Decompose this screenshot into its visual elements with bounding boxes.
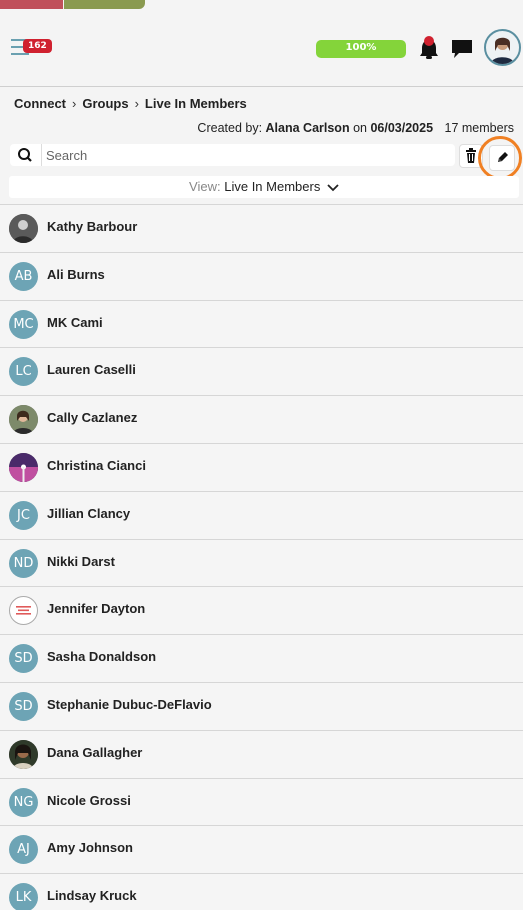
member-avatar-initials: AJ <box>9 835 38 865</box>
member-avatar-initials: ND <box>9 548 38 578</box>
member-name: Jillian Clancy <box>47 505 131 521</box>
pencil-icon <box>498 152 508 162</box>
member-avatar-initials: LK <box>9 883 38 910</box>
strip-segment-red <box>0 0 63 9</box>
search-input[interactable] <box>46 146 446 164</box>
edit-button-highlight <box>478 136 522 180</box>
member-row[interactable]: Jennifer Dayton <box>0 587 523 636</box>
member-avatar-initials: SD <box>9 644 38 674</box>
member-avatar-photo <box>9 739 38 769</box>
breadcrumb-item-groups[interactable]: Groups <box>82 96 128 111</box>
member-name: Amy Johnson <box>47 840 133 856</box>
member-name: Ali Burns <box>47 266 105 282</box>
member-name: Lindsay Kruck <box>47 888 137 904</box>
member-avatar-initials: NG <box>9 787 38 817</box>
view-label: View: <box>189 179 221 194</box>
chat-icon[interactable] <box>450 38 474 60</box>
created-by-label: Created by: <box>197 121 263 135</box>
member-row[interactable]: AB Ali Burns <box>0 252 523 301</box>
member-row[interactable]: SD Sasha Donaldson <box>0 635 523 683</box>
member-avatar-initials: AB <box>9 261 38 291</box>
member-name: Stephanie Dubuc-DeFlavio <box>47 696 212 712</box>
member-row[interactable]: Kathy Barbour <box>0 205 523 253</box>
view-value: Live In Members <box>224 179 321 194</box>
notification-count-badge: 162 <box>23 39 52 53</box>
view-selector[interactable]: View: Live In Members <box>9 176 519 198</box>
members-count: 17 members <box>444 121 514 135</box>
member-name: Kathy Barbour <box>47 219 138 234</box>
member-avatar-photo <box>9 214 38 243</box>
member-name: MK Cami <box>47 314 103 330</box>
on-label: on <box>353 121 367 135</box>
chevron-down-icon <box>327 183 339 191</box>
created-date: 06/03/2025 <box>370 121 434 135</box>
creator-name: Alana Carlson <box>265 121 350 135</box>
member-avatar-logo <box>9 596 38 626</box>
member-name: Sasha Donaldson <box>47 649 157 665</box>
chevron-right-icon: › <box>72 96 77 111</box>
member-row[interactable]: NG Nicole Grossi <box>0 778 523 827</box>
member-name: Nikki Darst <box>47 553 115 569</box>
member-avatar-initials: LC <box>9 357 38 387</box>
app-header: 162 100% <box>0 9 523 87</box>
user-avatar[interactable] <box>484 29 521 66</box>
member-avatar-photo <box>9 405 38 435</box>
strip-segment-olive <box>64 0 145 9</box>
member-row[interactable]: AJ Amy Johnson <box>0 826 523 875</box>
search-icon[interactable] <box>10 144 42 166</box>
top-progress-strip <box>0 0 523 9</box>
member-name: Jennifer Dayton <box>47 601 146 617</box>
member-name: Cally Cazlanez <box>47 410 138 426</box>
member-name: Christina Cianci <box>47 457 146 473</box>
member-avatar-initials: SD <box>9 691 38 721</box>
member-avatar-photo <box>9 452 38 482</box>
member-row[interactable]: SD Stephanie Dubuc-DeFlavio <box>0 682 523 731</box>
member-row[interactable]: ND Nikki Darst <box>0 539 523 588</box>
member-list: Kathy Barbour AB Ali Burns MC MK Cami LC Laure… <box>0 204 523 910</box>
breadcrumb-item-current: Live In Members <box>144 96 247 111</box>
member-row[interactable]: Cally Cazlanez <box>0 396 523 444</box>
breadcrumb: Connect › Groups › Live In Members <box>14 96 247 111</box>
group-created-info: Created by: Alana Carlson on 06/03/2025 … <box>197 121 514 135</box>
completion-progress-bar: 100% <box>316 40 406 58</box>
member-row[interactable]: LC Lauren Caselli <box>0 348 523 397</box>
bell-icon[interactable] <box>418 36 440 62</box>
member-name: Nicole Grossi <box>47 792 131 808</box>
member-row[interactable]: MC MK Cami <box>0 300 523 349</box>
member-avatar-initials: JC <box>9 500 38 530</box>
member-row[interactable]: Christina Cianci <box>0 443 523 492</box>
member-row[interactable]: LK Lindsay Kruck <box>0 874 523 910</box>
edit-button[interactable] <box>489 145 515 171</box>
member-name: Dana Gallagher <box>47 744 143 760</box>
member-name: Lauren Caselli <box>47 362 136 378</box>
member-row[interactable]: JC Jillian Clancy <box>0 491 523 540</box>
progress-label: 100% <box>345 42 377 53</box>
search-bar <box>10 144 455 166</box>
member-avatar-initials: MC <box>9 309 38 339</box>
chevron-right-icon: › <box>134 96 139 111</box>
breadcrumb-item-connect[interactable]: Connect <box>14 96 66 111</box>
member-row[interactable]: Dana Gallagher <box>0 730 523 779</box>
